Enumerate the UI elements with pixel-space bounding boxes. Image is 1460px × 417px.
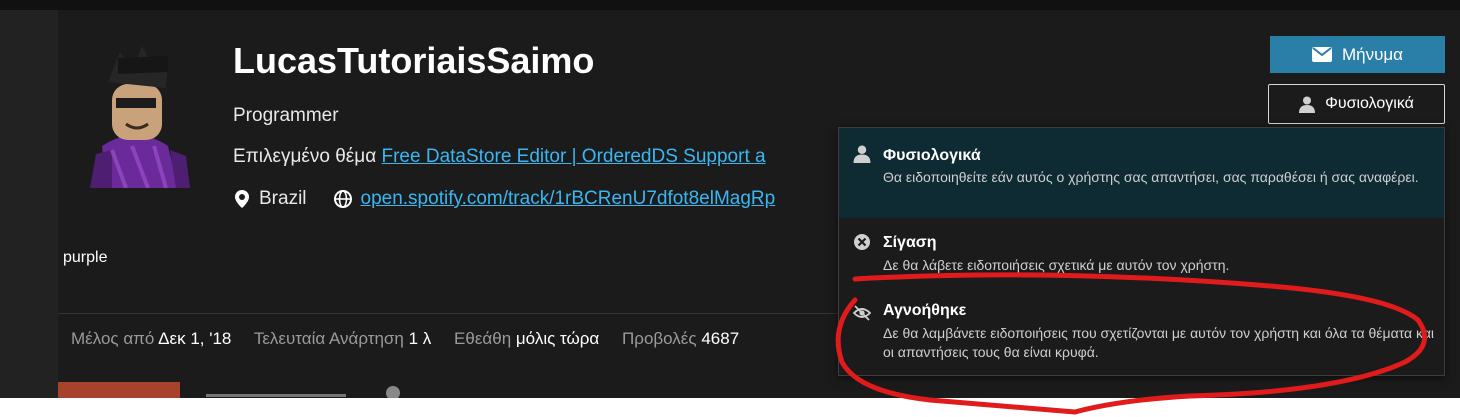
gear-icon	[386, 386, 400, 398]
avatar[interactable]	[72, 38, 198, 188]
top-bar	[0, 0, 1460, 10]
user-title: Programmer	[233, 105, 339, 126]
notification-level-label: Φυσιολογικά	[1325, 95, 1414, 112]
notification-option-title: Σίγαση	[883, 234, 937, 251]
envelope-icon	[1311, 47, 1332, 62]
message-button-label: Μήνυμα	[1341, 44, 1404, 64]
profile-location-row: Brazil open.spotify.com/track/1rBCRenU7d…	[233, 188, 775, 210]
tab-preferences[interactable]	[386, 386, 466, 398]
user-icon	[853, 145, 871, 163]
location-text: Brazil	[259, 188, 307, 209]
member-since-value: Δεκ 1, '18	[158, 329, 232, 348]
notification-option-muted[interactable]: Σίγαση Δε θα λάβετε ειδοποιήσεις σχετικά…	[839, 220, 1444, 286]
featured-topic-label: Επιλεγμένο θέμα	[233, 146, 377, 167]
featured-topic: Επιλεγμένο θέμα Free DataStore Editor | …	[233, 146, 766, 168]
member-since-label: Μέλος από	[71, 329, 155, 348]
eye-slash-icon	[853, 305, 871, 321]
last-post-label: Τελευταία Ανάρτηση	[253, 329, 404, 348]
page-bottom-area	[0, 398, 1460, 417]
notification-level-button[interactable]: Φυσιολογικά	[1268, 84, 1445, 124]
seen-value: μόλις τώρα	[515, 329, 600, 348]
user-icon	[1299, 96, 1316, 113]
user-stats: Μέλος από Δεκ 1, '18 Τελευταία Ανάρτηση …	[71, 329, 757, 349]
notification-level-menu: Φυσιολογικά Θα ειδοποιηθείτε εάν αυτός ο…	[838, 127, 1445, 376]
last-post-value: 1 λ	[408, 329, 432, 348]
tab-summary[interactable]	[58, 382, 180, 398]
user-bio: purple	[63, 249, 108, 266]
times-circle-icon	[854, 234, 870, 250]
notification-option-description: Δε θα λάβετε ειδοποιήσεις σχετικά με αυτ…	[883, 257, 1230, 273]
website-link[interactable]: open.spotify.com/track/1rBCRenU7dfot8elM…	[361, 188, 776, 210]
views-label: Προβολές	[622, 329, 697, 348]
stats-divider	[58, 313, 858, 314]
notification-option-ignored[interactable]: Αγνοήθηκε Δε θα λαμβάνετε ειδοποιήσεις π…	[839, 288, 1444, 376]
seen-label: Εθεάθη	[454, 329, 512, 348]
map-marker-icon	[235, 190, 249, 208]
tab-activity[interactable]	[206, 388, 356, 398]
globe-icon	[333, 190, 352, 208]
featured-topic-link[interactable]: Free DataStore Editor | OrderedDS Suppor…	[382, 146, 766, 167]
message-button[interactable]: Μήνυμα	[1270, 36, 1445, 73]
views-value: 4687	[701, 329, 740, 348]
notification-option-description: Θα ειδοποιηθείτε εάν αυτός ο χρήστης σας…	[883, 169, 1419, 185]
notification-option-title: Φυσιολογικά	[883, 147, 981, 164]
notification-option-description: Δε θα λαμβάνετε ειδοποιήσεις που σχετίζο…	[883, 325, 1435, 360]
notification-option-normal[interactable]: Φυσιολογικά Θα ειδοποιηθείτε εάν αυτός ο…	[839, 128, 1444, 218]
profile-username: LucasTutoriaisSaimo	[233, 40, 595, 81]
notification-option-title: Αγνοήθηκε	[883, 302, 967, 319]
